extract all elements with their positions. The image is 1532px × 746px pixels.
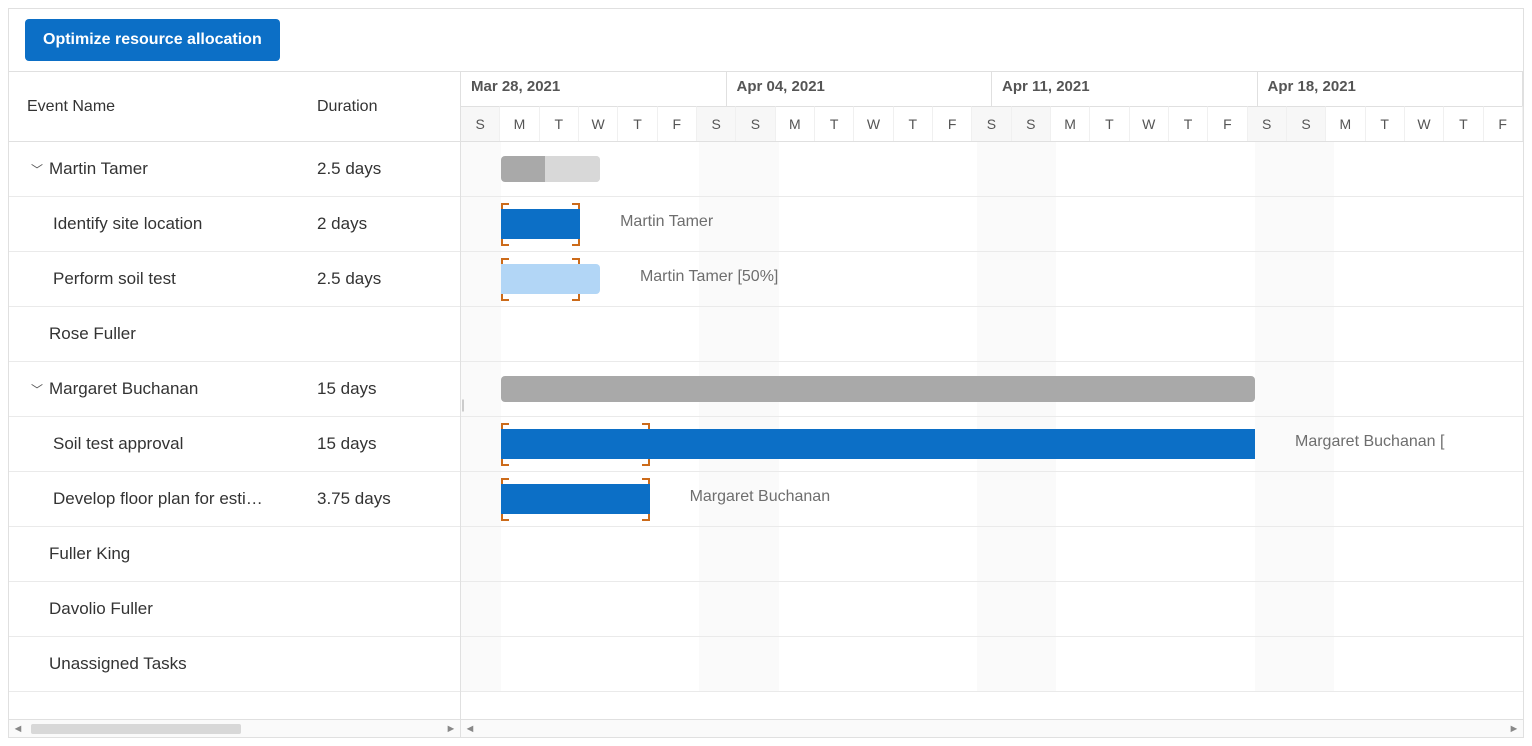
timeline-panel: Mar 28, 2021 Apr 04, 2021 Apr 11, 2021 A… — [461, 72, 1523, 737]
scroll-right-icon[interactable]: ► — [1505, 723, 1523, 735]
day-header: T — [1444, 106, 1483, 141]
row-name: Rose Fuller — [49, 324, 136, 344]
day-header: T — [1366, 106, 1405, 141]
gantt-bar[interactable] — [501, 376, 1255, 402]
row-duration: 15 days — [317, 379, 460, 399]
row-duration: 15 days — [317, 434, 460, 454]
tree-row[interactable]: Perform soil test 2.5 days — [9, 252, 460, 307]
row-name: Perform soil test — [53, 269, 176, 289]
day-header: W — [579, 106, 618, 141]
day-header: T — [540, 106, 579, 141]
day-header: M — [1326, 106, 1365, 141]
day-header: W — [1405, 106, 1444, 141]
tree-row[interactable]: Identify site location 2 days — [9, 197, 460, 252]
week-header[interactable]: Apr 11, 2021 — [992, 72, 1258, 106]
day-header: S — [461, 106, 500, 141]
chart-row[interactable] — [461, 252, 1523, 307]
chevron-down-icon[interactable]: ﹀ — [29, 381, 45, 398]
day-header: S — [736, 106, 775, 141]
splitter-handle[interactable]: || — [457, 72, 465, 737]
day-header: F — [933, 106, 972, 141]
row-name: Soil test approval — [53, 434, 183, 454]
chart-row[interactable] — [461, 307, 1523, 362]
day-header: S — [1248, 106, 1287, 141]
day-header: S — [1287, 106, 1326, 141]
gantt-bar[interactable] — [501, 484, 650, 514]
gantt-bar[interactable] — [501, 209, 580, 239]
day-header: F — [1208, 106, 1247, 141]
chart-row[interactable] — [461, 142, 1523, 197]
chart-row[interactable] — [461, 637, 1523, 692]
row-name: Davolio Fuller — [49, 599, 153, 619]
tree-horizontal-scrollbar[interactable]: ◄ ► — [9, 719, 460, 737]
column-header-name[interactable]: Event Name — [9, 98, 317, 116]
day-header: T — [815, 106, 854, 141]
day-header: T — [618, 106, 657, 141]
row-name: Identify site location — [53, 214, 202, 234]
row-duration: 3.75 days — [317, 489, 460, 509]
day-header: M — [500, 106, 539, 141]
row-name: Fuller King — [49, 544, 130, 564]
toolbar: Optimize resource allocation — [9, 9, 1523, 72]
day-header: T — [1169, 106, 1208, 141]
tree-header: Event Name Duration — [9, 72, 460, 142]
day-header: F — [1484, 106, 1523, 141]
day-header: M — [776, 106, 815, 141]
scroll-left-icon[interactable]: ◄ — [9, 723, 27, 735]
day-header: F — [658, 106, 697, 141]
gantt-bar[interactable] — [501, 156, 600, 182]
bar-label: Martin Tamer — [620, 213, 713, 231]
gantt-chart: Optimize resource allocation Event Name … — [8, 8, 1524, 738]
chart-row[interactable] — [461, 582, 1523, 637]
chart-row[interactable] — [461, 527, 1523, 582]
tree-row[interactable]: Rose Fuller — [9, 307, 460, 362]
gantt-bar[interactable] — [501, 264, 600, 294]
timeline-horizontal-scrollbar[interactable]: ◄ ► — [461, 719, 1523, 737]
day-header: S — [697, 106, 736, 141]
timeline-header: Mar 28, 2021 Apr 04, 2021 Apr 11, 2021 A… — [461, 72, 1523, 142]
row-duration: 2 days — [317, 214, 460, 234]
tree-row[interactable]: Soil test approval 15 days — [9, 417, 460, 472]
row-name: Develop floor plan for esti… — [53, 489, 263, 509]
tree-row[interactable]: Develop floor plan for esti… 3.75 days — [9, 472, 460, 527]
row-duration: 2.5 days — [317, 269, 460, 289]
chevron-down-icon[interactable]: ﹀ — [29, 161, 45, 178]
tree-row[interactable]: ﹀ Margaret Buchanan 15 days — [9, 362, 460, 417]
chart-body: Martin Tamer Martin Tamer [50%] Margaret B… — [461, 142, 1523, 719]
bar-label: Martin Tamer [50%] — [640, 268, 778, 286]
day-header: W — [1130, 106, 1169, 141]
row-name: Martin Tamer — [49, 159, 148, 179]
week-header[interactable]: Apr 18, 2021 — [1258, 72, 1524, 106]
day-header: S — [972, 106, 1011, 141]
week-header[interactable]: Mar 28, 2021 — [461, 72, 727, 106]
day-header: S — [1012, 106, 1051, 141]
row-duration: 2.5 days — [317, 159, 460, 179]
tree-row[interactable]: Fuller King — [9, 527, 460, 582]
tree-row[interactable]: Unassigned Tasks — [9, 637, 460, 692]
day-header: M — [1051, 106, 1090, 141]
tree-panel: Event Name Duration ﹀ Martin Tamer 2.5 d… — [9, 72, 461, 737]
gantt-bar[interactable] — [501, 429, 1255, 459]
row-name: Unassigned Tasks — [49, 654, 187, 674]
bar-label: Margaret Buchanan — [690, 488, 831, 506]
scroll-thumb[interactable] — [31, 724, 241, 734]
optimize-button[interactable]: Optimize resource allocation — [25, 19, 280, 61]
week-header[interactable]: Apr 04, 2021 — [727, 72, 993, 106]
tree-row[interactable]: ﹀ Martin Tamer 2.5 days — [9, 142, 460, 197]
row-name: Margaret Buchanan — [49, 379, 198, 399]
day-header: W — [854, 106, 893, 141]
tree-row[interactable]: Davolio Fuller — [9, 582, 460, 637]
day-header: T — [894, 106, 933, 141]
bar-label: Margaret Buchanan [ — [1295, 433, 1444, 451]
column-header-duration[interactable]: Duration — [317, 98, 460, 116]
day-header: T — [1090, 106, 1129, 141]
